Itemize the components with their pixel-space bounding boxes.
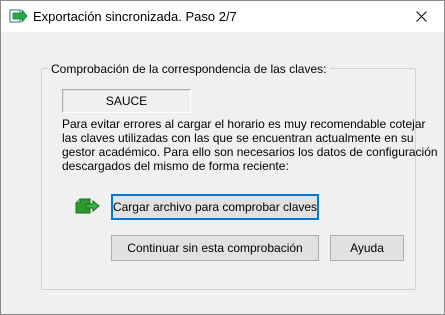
description-line: gestor académico. Para ello son necesari… (62, 145, 438, 159)
description-line: descargados del mismo de forma reciente: (62, 159, 289, 173)
title-bar[interactable]: Exportación sincronizada. Paso 2/7 (1, 1, 444, 32)
description-line: las claves utilizadas con las que se enc… (62, 131, 414, 145)
window-title: Exportación sincronizada. Paso 2/7 (33, 9, 237, 24)
help-button[interactable]: Ayuda (330, 235, 404, 261)
export-arrow-icon (9, 8, 28, 24)
green-file-export-icon (74, 196, 100, 216)
description-text: Para evitar errores al cargar el horario… (62, 117, 438, 173)
close-button[interactable] (398, 1, 444, 32)
close-icon (415, 11, 427, 22)
key-value-field: SAUCE (62, 89, 191, 113)
continue-without-check-button[interactable]: Continuar sin esta comprobación (111, 235, 319, 261)
description-line: Para evitar errores al cargar el horario… (62, 117, 426, 131)
group-legend: Comprobación de la correspondencia de la… (48, 62, 330, 76)
load-file-button[interactable]: Cargar archivo para comprobar claves (111, 194, 319, 220)
dialog-window: Exportación sincronizada. Paso 2/7 Compr… (0, 0, 445, 315)
